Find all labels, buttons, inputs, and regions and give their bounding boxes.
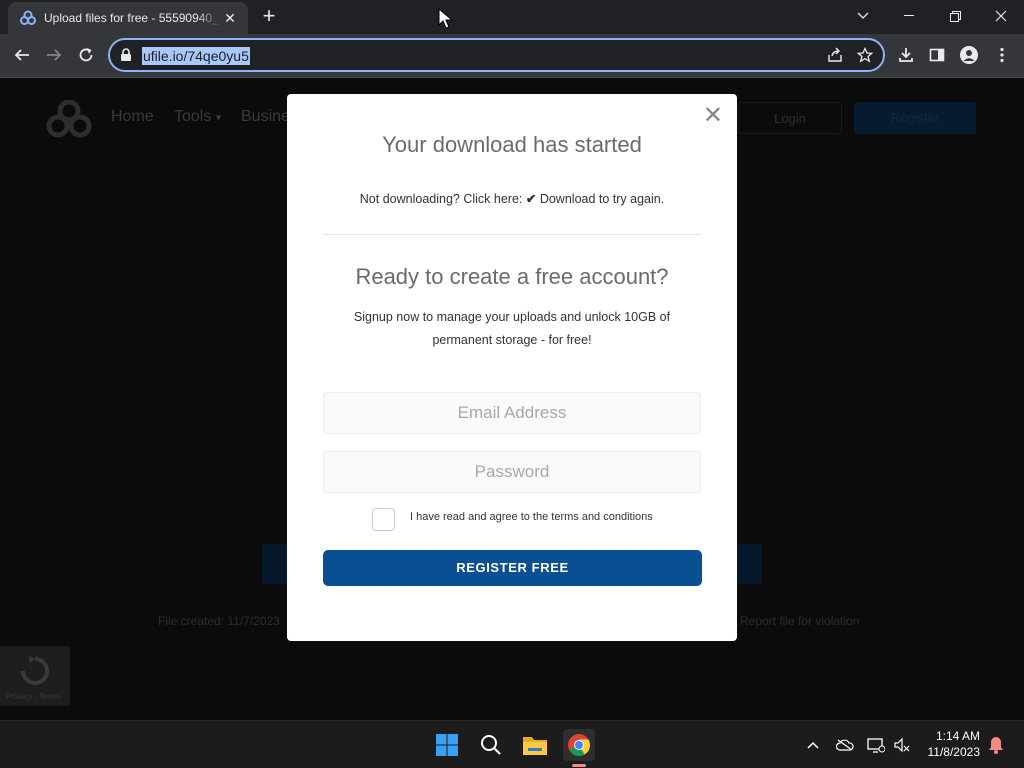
profile-button[interactable] xyxy=(955,41,983,69)
modal-divider xyxy=(323,234,701,235)
download-link[interactable]: ✔ Download to try again. xyxy=(526,192,664,206)
not-downloading-text: Not downloading? Click here: xyxy=(359,192,523,206)
reload-icon xyxy=(79,48,93,62)
file-explorer-button[interactable] xyxy=(519,729,551,761)
nav-home[interactable]: Home xyxy=(111,108,154,126)
active-app-indicator xyxy=(572,764,586,767)
network-icon[interactable] xyxy=(866,735,886,755)
ufile-logo-icon[interactable] xyxy=(46,100,92,138)
start-button[interactable] xyxy=(431,729,463,761)
clock-date: 11/8/2023 xyxy=(927,745,981,759)
chevron-down-icon: ▾ xyxy=(215,112,222,124)
not-downloading-line: Not downloading? Click here: ✔ Download … xyxy=(287,191,737,206)
recaptcha-icon xyxy=(21,656,49,685)
signup-modal: ✕ Your download has started Not download… xyxy=(287,94,737,641)
login-button[interactable]: Login xyxy=(738,102,842,134)
show-hidden-icons-chevron-icon[interactable] xyxy=(803,735,823,755)
tab-search-chevron-icon[interactable] xyxy=(840,0,886,32)
folder-icon xyxy=(523,737,547,755)
create-account-heading: Ready to create a free account? xyxy=(355,264,669,289)
download-link-text: Download to try again. xyxy=(539,192,665,206)
windows-taskbar: 1:14 AM 11/8/2023 xyxy=(0,720,1024,768)
forward-arrow-icon xyxy=(47,49,62,61)
recaptcha-text: Privacy - Terms xyxy=(6,692,61,701)
signup-description-line1: Signup now to manage your uploads and un… xyxy=(353,310,671,324)
password-field[interactable] xyxy=(323,451,701,493)
side-panel-icon xyxy=(929,48,945,62)
search-button[interactable] xyxy=(475,729,507,761)
downloads-button[interactable] xyxy=(892,41,920,69)
bookmark-star-icon[interactable] xyxy=(857,47,873,63)
nav-tools-label: Tools xyxy=(174,108,212,125)
tab-ufile[interactable]: Upload files for free - 55590940_ ✕ xyxy=(8,2,248,34)
clock-time: 1:14 AM xyxy=(935,729,980,743)
notification-bell-icon[interactable] xyxy=(986,735,1006,755)
forward-button[interactable] xyxy=(40,41,68,69)
register-free-button[interactable]: REGISTER FREE xyxy=(323,550,702,586)
address-bar[interactable]: ufile.io/74qe0yu5 xyxy=(108,38,885,72)
email-field[interactable] xyxy=(323,392,701,434)
terms-label: I have read and agree to the terms and c… xyxy=(410,511,653,523)
volume-muted-icon[interactable] xyxy=(892,735,912,755)
download-started-title: Your download has started xyxy=(382,132,642,157)
file-created-text: File created: 11/7/2023 xyxy=(158,614,280,628)
mouse-cursor-icon xyxy=(438,8,454,29)
chrome-taskbar-button[interactable] xyxy=(563,729,595,767)
tab-strip: Upload files for free - 55590940_ ✕ + xyxy=(0,0,1024,34)
ufile-favicon-icon xyxy=(20,10,36,25)
system-clock[interactable]: 1:14 AM 11/8/2023 xyxy=(928,728,981,760)
lock-icon[interactable] xyxy=(120,48,132,62)
chrome-menu-button[interactable] xyxy=(988,41,1016,69)
side-panel-button[interactable] xyxy=(923,41,951,69)
register-nav-button[interactable]: Register xyxy=(854,102,976,134)
tab-close-icon[interactable]: ✕ xyxy=(222,10,238,26)
terms-checkbox[interactable] xyxy=(372,508,395,531)
minimize-button[interactable] xyxy=(886,0,932,32)
close-window-button[interactable] xyxy=(978,0,1024,32)
chrome-icon xyxy=(568,734,590,756)
share-icon[interactable] xyxy=(827,47,843,63)
back-button[interactable] xyxy=(8,41,36,69)
browser-toolbar: ufile.io/74qe0yu5 xyxy=(0,34,1024,78)
close-icon[interactable]: ✕ xyxy=(703,104,723,128)
report-violation-link[interactable]: Report file for violation xyxy=(740,614,859,628)
url-text[interactable]: ufile.io/74qe0yu5 xyxy=(142,47,250,65)
nav-tools[interactable]: Tools ▾ xyxy=(174,108,221,126)
signup-description-line2: permanent storage - for free! xyxy=(432,333,592,347)
search-icon xyxy=(481,735,501,755)
back-arrow-icon xyxy=(14,49,29,61)
kebab-menu-icon xyxy=(1000,47,1004,63)
profile-avatar-icon xyxy=(960,46,978,64)
recaptcha-badge[interactable]: Privacy - Terms xyxy=(0,646,70,706)
checkmark-icon: ✔ xyxy=(525,192,537,206)
new-tab-button[interactable]: + xyxy=(258,5,280,28)
nav-business[interactable]: Busine xyxy=(241,108,290,126)
tab-title: Upload files for free - 55590940_ xyxy=(44,11,219,25)
restore-button[interactable] xyxy=(932,0,978,32)
download-icon xyxy=(899,48,913,62)
onedrive-icon[interactable] xyxy=(835,735,855,755)
reload-button[interactable] xyxy=(72,41,100,69)
windows-logo-icon xyxy=(436,734,458,756)
